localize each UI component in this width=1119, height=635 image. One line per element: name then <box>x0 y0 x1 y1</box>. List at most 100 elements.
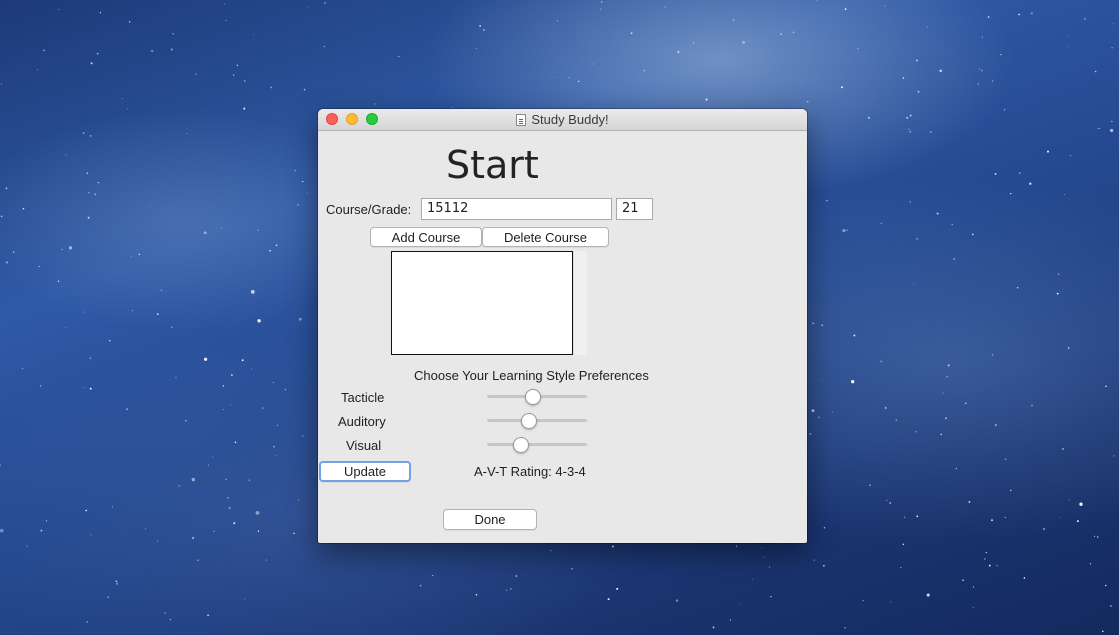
star <box>89 357 92 360</box>
auditory-slider-track[interactable] <box>487 419 587 422</box>
update-button[interactable]: Update <box>319 461 411 482</box>
star <box>844 626 847 629</box>
star <box>243 107 246 110</box>
add-course-button[interactable]: Add Course <box>370 227 482 247</box>
star <box>452 106 454 108</box>
star <box>1105 385 1107 387</box>
star <box>1016 286 1019 289</box>
star <box>809 433 812 435</box>
star <box>981 36 983 38</box>
star <box>21 367 24 370</box>
star <box>212 456 214 458</box>
star <box>1113 455 1115 457</box>
star <box>275 454 277 457</box>
star <box>510 588 512 590</box>
star <box>244 598 246 600</box>
star <box>607 598 610 601</box>
star <box>227 496 230 499</box>
star <box>293 532 295 535</box>
done-button[interactable]: Done <box>443 509 537 530</box>
star <box>221 227 223 229</box>
star <box>255 511 260 515</box>
star <box>994 424 997 426</box>
star <box>1094 535 1096 537</box>
star <box>272 381 274 383</box>
star <box>906 116 909 119</box>
course-list[interactable] <box>391 251 573 355</box>
star <box>705 98 708 101</box>
star <box>244 80 246 82</box>
star <box>195 73 197 75</box>
star <box>732 18 735 21</box>
star <box>222 409 224 411</box>
star <box>45 520 48 522</box>
star <box>107 596 110 598</box>
star <box>675 599 679 602</box>
star <box>884 407 887 409</box>
star <box>916 237 919 240</box>
star <box>277 424 279 426</box>
visual-slider-knob[interactable] <box>513 437 529 453</box>
star <box>1112 23 1114 25</box>
star <box>164 612 166 614</box>
star <box>1023 577 1026 579</box>
star <box>908 128 910 130</box>
star <box>984 558 986 560</box>
star <box>599 8 602 10</box>
star <box>374 103 376 105</box>
star <box>151 49 154 53</box>
star <box>769 566 771 568</box>
star <box>208 464 210 466</box>
star <box>912 283 914 285</box>
star <box>1096 536 1099 538</box>
star <box>1059 516 1061 518</box>
star <box>940 423 942 425</box>
star <box>57 280 60 282</box>
delete-course-button[interactable]: Delete Course <box>482 227 609 247</box>
star <box>968 501 971 503</box>
star <box>930 131 932 133</box>
star <box>89 387 92 390</box>
star <box>191 477 195 482</box>
star <box>225 20 227 22</box>
grade-input[interactable]: 21 <box>616 198 653 220</box>
star <box>806 100 809 103</box>
star <box>94 193 96 196</box>
star <box>890 601 892 603</box>
star <box>0 215 3 218</box>
star <box>1057 273 1060 275</box>
star <box>169 618 171 621</box>
star <box>203 357 208 361</box>
auditory-slider-knob[interactable] <box>521 413 537 429</box>
star <box>926 26 929 28</box>
star <box>0 83 3 85</box>
star <box>1098 127 1100 129</box>
star <box>149 205 151 207</box>
course-grade-label: Course/Grade: <box>326 202 412 217</box>
star <box>302 435 304 437</box>
visual-slider-track[interactable] <box>487 443 587 446</box>
star <box>302 180 304 183</box>
star <box>592 63 594 65</box>
title-bar[interactable]: Study Buddy! <box>318 109 807 131</box>
star <box>916 515 919 518</box>
star <box>571 567 573 570</box>
star <box>1111 47 1113 49</box>
tactile-slider-knob[interactable] <box>525 389 541 405</box>
star <box>144 528 146 530</box>
star <box>61 249 63 250</box>
star <box>1004 517 1006 519</box>
star <box>307 6 309 8</box>
star <box>222 385 225 387</box>
star <box>1083 17 1086 20</box>
star <box>550 549 552 552</box>
star <box>926 593 930 597</box>
course-list-scrollbar[interactable] <box>573 251 587 355</box>
star <box>234 441 237 444</box>
star <box>505 589 508 592</box>
star <box>868 116 870 119</box>
star <box>880 222 883 225</box>
course-input[interactable]: 15112 <box>421 198 612 220</box>
star <box>909 130 911 133</box>
star <box>826 199 828 202</box>
